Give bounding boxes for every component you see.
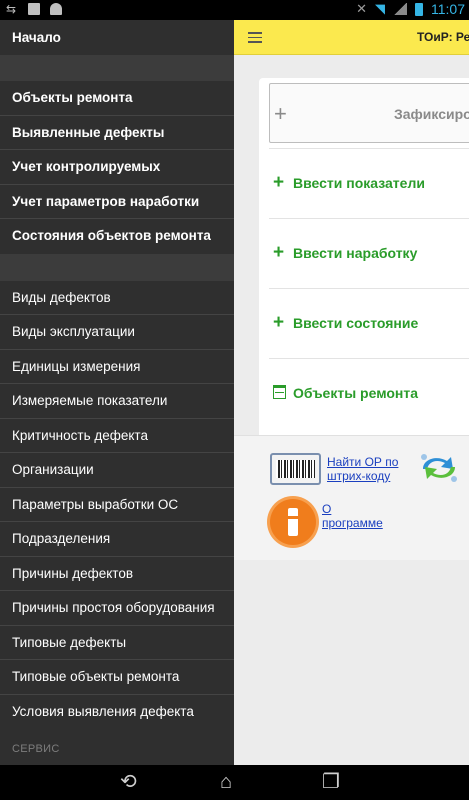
sync-icon[interactable] xyxy=(417,451,461,485)
link-line: штрих-коду xyxy=(327,469,391,483)
plus-icon: + xyxy=(274,101,287,126)
sidebar-item-units[interactable]: Единицы измерения xyxy=(0,350,234,384)
signal-icon xyxy=(393,3,407,15)
enter-operating-time-button[interactable]: + Ввести наработку xyxy=(269,218,469,288)
sidebar-item-operating-params[interactable]: Учет параметров наработки xyxy=(0,185,234,219)
android-icon xyxy=(50,3,62,15)
sidebar-item-typical-repair-objects[interactable]: Типовые объекты ремонта xyxy=(0,660,234,695)
link-line: О xyxy=(322,502,332,516)
sidebar-section-service: СЕРВИС xyxy=(12,743,60,755)
sidebar-item-defect-causes[interactable]: Причины дефектов xyxy=(0,557,234,591)
barcode-icon[interactable] xyxy=(270,453,321,485)
sidebar-item-typical-defects[interactable]: Типовые дефекты xyxy=(0,626,234,660)
action-label: Ввести показатели xyxy=(293,175,425,191)
home-icon[interactable]: ⌂ xyxy=(220,772,232,792)
link-line: программе xyxy=(322,516,383,530)
fix-button-label: Зафиксиро xyxy=(394,106,469,122)
table-icon xyxy=(273,385,286,399)
app-header: ТОиР: Рем xyxy=(234,20,469,55)
mute-icon: ✕ xyxy=(356,1,367,16)
links-area: Найти ОР по штрих-коду О программе xyxy=(234,435,469,560)
sidebar-divider xyxy=(0,55,234,81)
enter-indicators-button[interactable]: + Ввести показатели xyxy=(269,148,469,218)
repair-objects-button[interactable]: Объекты ремонта xyxy=(269,358,469,428)
find-by-barcode-link[interactable]: Найти ОР по штрих-коду xyxy=(327,455,398,483)
plus-icon: + xyxy=(273,312,285,333)
sidebar-item-organizations[interactable]: Организации xyxy=(0,453,234,488)
wifi-icon: ◥ xyxy=(375,1,385,16)
system-icons: ✕ ◥ 11:07 xyxy=(356,1,465,17)
link-line: Найти ОР по xyxy=(327,455,399,469)
sidebar-item-controlled-accounting[interactable]: Учет контролируемых xyxy=(0,150,234,185)
action-label: Ввести состояние xyxy=(293,315,419,331)
sidebar-item-defect-criticality[interactable]: Критичность дефекта xyxy=(0,419,234,453)
sidebar-item-measured-indicators[interactable]: Измеряемые показатели xyxy=(0,384,234,419)
status-bar: ⇆ ✕ ◥ 11:07 xyxy=(0,0,469,20)
sidebar-item-detected-defects[interactable]: Выявленные дефекты xyxy=(0,116,234,150)
recent-apps-icon[interactable]: ❐ xyxy=(322,772,340,792)
sidebar-item-asset-output-params[interactable]: Параметры выработки ОС xyxy=(0,488,234,522)
back-icon[interactable]: ⟲ xyxy=(120,772,137,792)
sidebar-item-defect-types[interactable]: Виды дефектов xyxy=(0,281,234,315)
battery-icon xyxy=(415,2,423,16)
sidebar-divider xyxy=(0,253,234,281)
info-icon[interactable] xyxy=(270,499,316,545)
fix-button[interactable]: + Зафиксиро xyxy=(269,83,469,143)
main-panel: ТОиР: Рем + Зафиксиро + Ввести показател… xyxy=(234,20,469,765)
usb-icon: ⇆ xyxy=(6,2,17,16)
plus-icon: + xyxy=(273,242,285,263)
enter-state-button[interactable]: + Ввести состояние xyxy=(269,288,469,358)
image-icon xyxy=(28,3,40,15)
action-label: Ввести наработку xyxy=(293,245,418,261)
sidebar-item-operation-types[interactable]: Виды эксплуатации xyxy=(0,315,234,350)
app-title: ТОиР: Рем xyxy=(417,30,469,44)
sidebar-item-downtime-causes[interactable]: Причины простоя оборудования xyxy=(0,591,234,626)
sidebar-item-object-states[interactable]: Состояния объектов ремонта xyxy=(0,219,234,254)
sidebar-item-repair-objects[interactable]: Объекты ремонта xyxy=(0,81,234,116)
sidebar-item-home[interactable]: Начало xyxy=(0,20,234,55)
sidebar-item-departments[interactable]: Подразделения xyxy=(0,522,234,557)
system-nav-bar: ⟲ ⌂ ❐ xyxy=(0,765,469,800)
navigation-drawer: Начало Объекты ремонта Выявленные дефект… xyxy=(0,20,234,765)
about-link[interactable]: О программе xyxy=(322,502,383,530)
action-label: Объекты ремонта xyxy=(293,385,419,401)
notification-icons: ⇆ xyxy=(6,3,62,15)
menu-icon[interactable] xyxy=(248,32,262,43)
sidebar-item-detection-conditions[interactable]: Условия выявления дефекта xyxy=(0,695,234,730)
clock: 11:07 xyxy=(431,1,465,17)
plus-icon: + xyxy=(273,172,285,193)
